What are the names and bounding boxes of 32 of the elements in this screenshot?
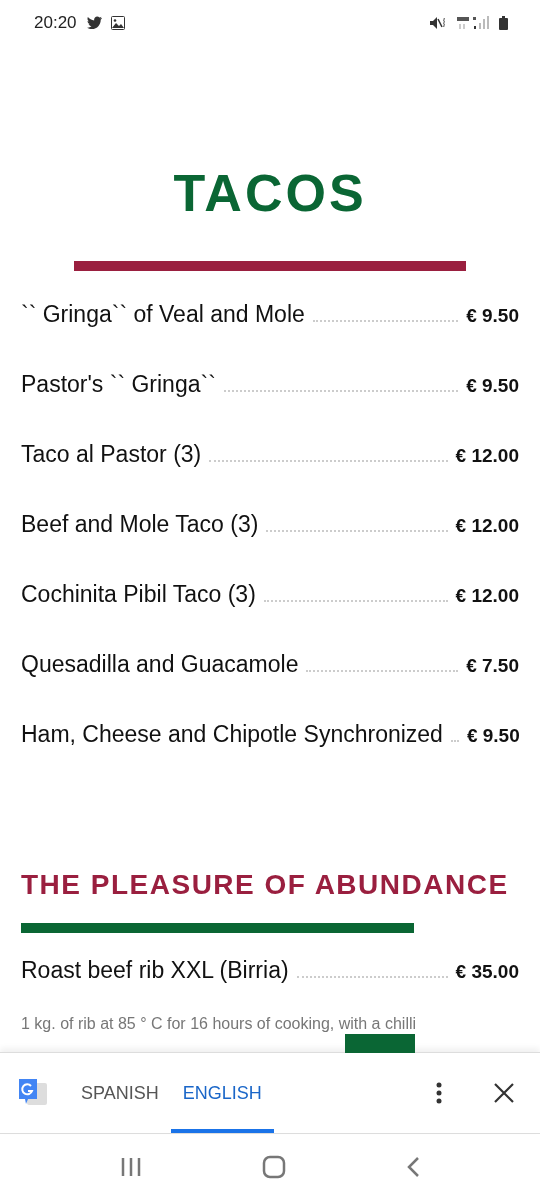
dish-price: € 9.50 (466, 725, 520, 747)
back-icon[interactable] (406, 1156, 420, 1178)
signal-icon (455, 14, 491, 31)
mute-icon (429, 15, 447, 30)
close-icon[interactable] (494, 1083, 514, 1103)
dish-description: 1 kg. of rib at 85 ° C for 16 hours of cooking, with a chilli (21, 1015, 418, 1033)
dish-name: Taco al Pastor (3) (21, 441, 202, 468)
dish-name: Beef and Mole Taco (3) (21, 511, 259, 538)
dish-price: € 9.50 (466, 375, 519, 397)
dish-name: `` Gringa`` of Veal and Mole (21, 301, 305, 328)
dish-name: Cochinita Pibil Taco (3) (21, 581, 256, 608)
more-icon[interactable] (436, 1082, 442, 1104)
dish-price: € 12.00 (455, 515, 519, 537)
section-title: THE PLEASURE OF ABUNDANCE (21, 869, 510, 901)
status-time: 20:20 (34, 12, 77, 33)
dish-name: Ham, Cheese and Chipotle Synchronized (21, 721, 443, 748)
language-tab[interactable]: SPANISH (69, 1053, 171, 1133)
dish-name: Pastor's `` Gringa`` (21, 371, 216, 398)
dish-price: € 7.50 (466, 655, 519, 677)
bird-icon (86, 15, 103, 30)
battery-icon (499, 15, 508, 30)
dish-price: € 12.00 (455, 585, 519, 607)
dish-price: € 12.00 (455, 445, 519, 467)
dish-name: Quesadilla and Guacamole (21, 651, 299, 678)
dish-price: € 35.00 (455, 961, 519, 983)
dish-price: € 9.50 (466, 305, 519, 327)
image-icon (110, 15, 125, 30)
language-tab[interactable]: ENGLISH (170, 1053, 274, 1133)
recents-icon[interactable] (120, 1157, 142, 1177)
dish-name: Roast beef rib XXL (Birria) (21, 957, 289, 984)
home-icon[interactable] (262, 1155, 286, 1179)
section-title: TACOS (172, 163, 368, 223)
